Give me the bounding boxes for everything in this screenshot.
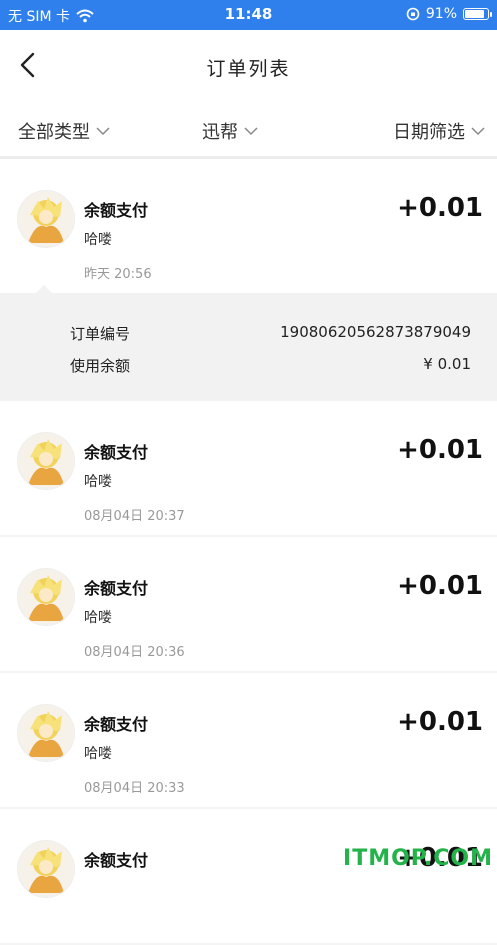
order-time: 08月04日 20:37 — [84, 509, 185, 524]
avatar — [18, 191, 74, 247]
order-detail-panel: 订单编号 19080620562873879049 使用余额 ¥ 0.01 — [0, 285, 497, 401]
chevron-down-icon — [471, 127, 485, 136]
order-amount: +0.01 — [397, 707, 483, 737]
order-item[interactable]: 余额支付 哈喽 08月04日 20:33 +0.01 — [0, 673, 497, 809]
nav-bar: 订单列表 — [0, 30, 497, 104]
page-title: 订单列表 — [206, 58, 291, 80]
order-item[interactable]: 余额支付 哈喽 08月04日 20:37 +0.01 — [0, 401, 497, 537]
filter-type[interactable]: 全部类型 — [18, 118, 110, 144]
orientation-lock-icon — [406, 7, 420, 21]
order-time: 08月04日 20:33 — [84, 781, 185, 796]
order-amount: +0.01 — [397, 571, 483, 601]
order-time: 昨天 20:56 — [84, 267, 152, 282]
chevron-down-icon — [96, 127, 110, 136]
avatar — [18, 841, 74, 897]
order-title: 余额支付 — [84, 715, 149, 734]
filter-bar: 全部类型 迅帮 日期筛选 — [0, 104, 497, 159]
order-title: 余额支付 — [84, 851, 149, 870]
filter-user-label: 迅帮 — [202, 122, 238, 143]
order-title: 余额支付 — [84, 579, 149, 598]
battery-icon — [463, 8, 492, 20]
watermark: ITMOP.COM — [343, 846, 493, 871]
order-amount: +0.01 — [397, 435, 483, 465]
order-amount: +0.01 — [397, 193, 483, 223]
filter-type-label: 全部类型 — [18, 122, 90, 143]
balance-label: 使用余额 — [70, 357, 131, 375]
order-user: 哈喽 — [84, 474, 112, 490]
filter-user[interactable]: 迅帮 — [202, 118, 258, 144]
avatar — [18, 433, 74, 489]
order-item[interactable]: 余额支付 哈喽 昨天 20:56 +0.01 — [0, 159, 497, 295]
order-item[interactable]: 余额支付 哈喽 08月04日 20:36 +0.01 — [0, 537, 497, 673]
status-bar: 无 SIM 卡 11:48 91% — [0, 0, 497, 30]
order-time: 08月04日 20:36 — [84, 645, 185, 660]
avatar — [18, 569, 74, 625]
order-user: 哈喽 — [84, 610, 112, 626]
order-title: 余额支付 — [84, 201, 149, 220]
order-title: 余额支付 — [84, 443, 149, 462]
order-list: 余额支付 哈喽 昨天 20:56 +0.01 订单编号 190806205628… — [0, 159, 497, 945]
battery-percent: 91% — [425, 6, 457, 22]
detail-row-balance: 使用余额 ¥ 0.01 — [70, 355, 471, 376]
order-no-value: 19080620562873879049 — [280, 323, 471, 341]
order-item[interactable]: 余额支付 +0.01 — [0, 809, 497, 945]
avatar — [18, 705, 74, 761]
caret-up-icon — [36, 285, 52, 293]
filter-date-label: 日期筛选 — [393, 122, 465, 143]
chevron-down-icon — [244, 127, 258, 136]
order-user: 哈喽 — [84, 746, 112, 762]
detail-row-order-no: 订单编号 19080620562873879049 — [70, 323, 471, 344]
balance-value: ¥ 0.01 — [423, 355, 471, 373]
order-user: 哈喽 — [84, 232, 112, 248]
filter-date[interactable]: 日期筛选 — [393, 118, 485, 144]
order-no-label: 订单编号 — [70, 325, 131, 343]
